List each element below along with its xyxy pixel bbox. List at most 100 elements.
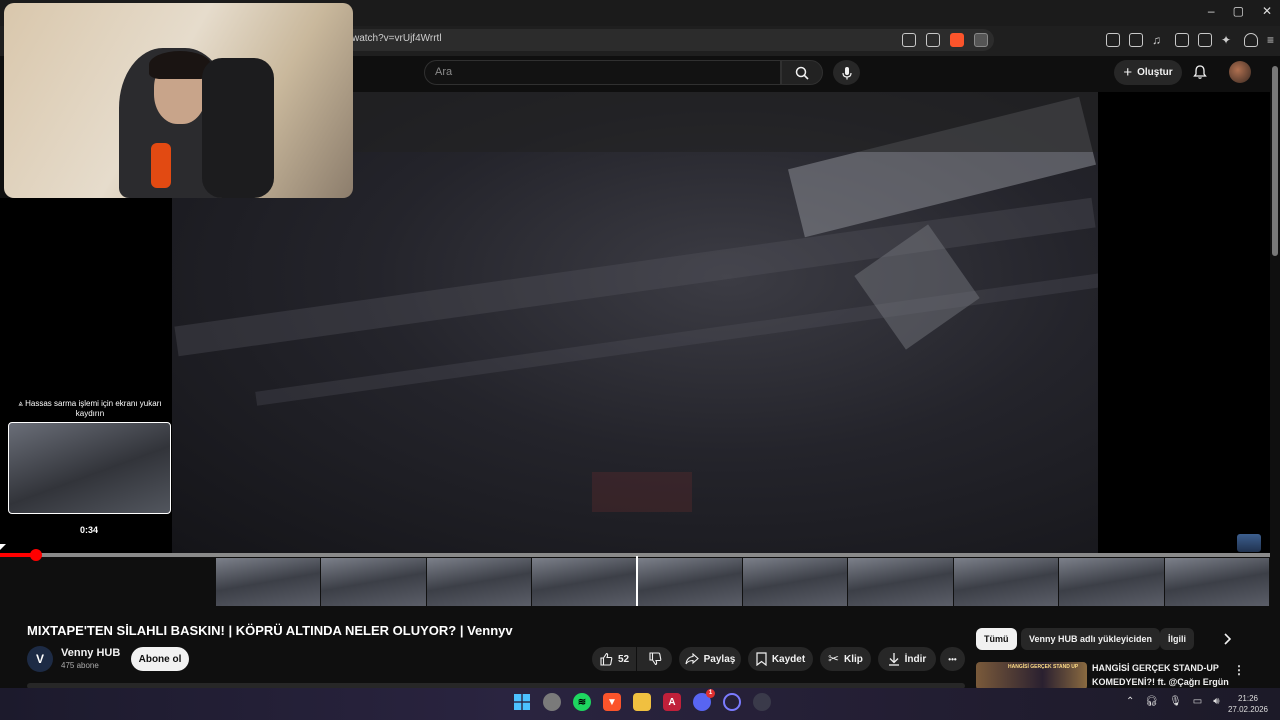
share-button[interactable]: Paylaş [679, 647, 741, 671]
filmstrip-frame[interactable] [321, 558, 427, 606]
filmstrip-frame[interactable] [426, 558, 533, 606]
chat-icon[interactable] [543, 693, 561, 711]
save-label: Kaydet [771, 653, 806, 665]
filmstrip-current-marker [636, 556, 638, 606]
fine-seek-hint: ⩓ Hassas sarma işlemi için ekranı yukarı… [18, 399, 162, 418]
player-right-letterbox [1098, 92, 1270, 554]
windows-start-icon[interactable] [513, 693, 531, 711]
scrubber-handle[interactable] [30, 549, 42, 561]
create-label: Oluştur [1137, 67, 1173, 78]
minimize-button[interactable]: – [1208, 4, 1215, 18]
chevron-up-icon[interactable]: ⌃ [1126, 696, 1134, 707]
filmstrip-frame[interactable] [637, 558, 744, 606]
filmstrip-frame[interactable] [743, 558, 849, 606]
address-bar-icons [902, 33, 988, 47]
taskbar-apps: ≋ ▼ A 1 [513, 689, 771, 711]
share-label: Paylaş [703, 653, 736, 665]
clock-time: 21:26 [1237, 694, 1259, 703]
maximize-button[interactable]: ▢ [1233, 4, 1244, 18]
volume-icon[interactable]: 🔊︎ [1213, 696, 1219, 707]
webcam-drink-can [151, 143, 171, 188]
brave-icon[interactable]: ▼ [603, 693, 621, 711]
search-button[interactable] [781, 60, 823, 85]
streamer-webcam-overlay [4, 3, 353, 198]
chip-from-uploader[interactable]: Venny HUB adlı yükleyiciden [1021, 628, 1161, 650]
microphone-tray-icon[interactable]: 🎙︎ [1169, 696, 1182, 707]
filmstrip-frame[interactable] [953, 558, 1060, 606]
chips-next-button[interactable] [1218, 630, 1236, 648]
menu-icon[interactable]: ≡ [1267, 33, 1280, 47]
seek-preview-thumbnail [8, 422, 171, 514]
sidebar-toggle-icon[interactable] [1175, 33, 1189, 47]
brave-rewards-icon[interactable] [974, 33, 988, 47]
chip-related[interactable]: İlgili [1160, 628, 1194, 650]
channel-avatar[interactable]: V [27, 646, 53, 672]
extension-icons: ♫ ✦ ≡ [1106, 33, 1280, 47]
seek-preview-time: 0:34 [79, 525, 98, 535]
fine-seek-filmstrip[interactable] [216, 558, 1271, 606]
channel-name[interactable]: Venny HUB [61, 647, 120, 659]
app-a-icon[interactable]: A [663, 693, 681, 711]
subscribe-button[interactable]: Abone ol [131, 647, 189, 671]
like-count: 52 [617, 653, 630, 665]
share-page-icon[interactable] [926, 33, 940, 47]
media-music-icon[interactable]: ♫ [1152, 33, 1166, 47]
download-button[interactable]: İndir [878, 647, 936, 671]
account-avatar[interactable] [1229, 61, 1251, 83]
dislike-button[interactable] [637, 647, 672, 671]
screenshot-icon[interactable] [1129, 33, 1143, 47]
cast-icon[interactable] [902, 33, 916, 47]
recommendation-title-line2[interactable]: KOMEDYENİ?! ft. @Çağrı Ergün [1092, 677, 1229, 687]
steam-icon[interactable] [753, 693, 771, 711]
discord-icon[interactable]: 1 [693, 689, 715, 711]
leo-ai-icon[interactable]: ✦ [1221, 33, 1235, 47]
close-window-button[interactable]: ✕ [1262, 4, 1272, 18]
vpn-shield-icon[interactable] [1244, 33, 1258, 47]
share-icon [685, 653, 699, 665]
url-text[interactable]: watch?v=vrUjf4Wrrtl [352, 33, 442, 44]
clip-button[interactable]: ✂ Klip [820, 647, 871, 671]
scissors-icon: ✂ [828, 651, 839, 666]
filmstrip-frame[interactable] [1164, 558, 1271, 606]
monitor-icon[interactable]: ▭ [1193, 696, 1202, 707]
webcam-chair [202, 58, 274, 198]
headset-icon[interactable]: 🎧︎ [1145, 696, 1158, 707]
clock-date: 27.02.2026 [1227, 705, 1269, 714]
extensions-icon[interactable] [1106, 33, 1120, 47]
channel-watermark-logo[interactable] [1237, 534, 1261, 552]
subscriber-count: 475 abone [61, 661, 99, 670]
browser-circle-icon[interactable] [723, 693, 741, 711]
thumbs-up-icon [600, 652, 613, 666]
microphone-icon [841, 66, 852, 79]
thumbs-down-icon [648, 652, 661, 666]
taskbar-clock[interactable]: 21:26 27.02.2026 [1222, 693, 1274, 715]
voice-search-button[interactable] [833, 60, 860, 85]
plus-icon: + [1123, 63, 1133, 81]
create-button[interactable]: + Oluştur [1114, 60, 1182, 85]
save-button[interactable]: Kaydet [748, 647, 813, 671]
bell-icon [1193, 65, 1207, 79]
filmstrip-frame[interactable] [532, 558, 638, 606]
file-explorer-icon[interactable] [633, 693, 651, 711]
filmstrip-frame[interactable] [216, 558, 322, 606]
download-icon [888, 653, 899, 666]
like-button[interactable]: 52 [592, 647, 636, 671]
scrollbar-thumb[interactable] [1272, 66, 1278, 256]
discord-badge: 1 [706, 689, 715, 698]
brave-shields-icon[interactable] [950, 33, 964, 47]
notifications-button[interactable] [1192, 64, 1208, 85]
wallet-icon[interactable] [1198, 33, 1212, 47]
progress-bar[interactable] [0, 553, 1270, 557]
spotify-icon[interactable]: ≋ [573, 693, 591, 711]
search-icon [795, 66, 809, 80]
filmstrip-frame[interactable] [848, 558, 954, 606]
window-controls: – ▢ ✕ [1208, 4, 1272, 18]
chip-all[interactable]: Tümü [976, 628, 1017, 650]
recommendation-more-button[interactable]: ⋮ [1233, 663, 1245, 677]
recommendation-title[interactable]: HANGİSİ GERÇEK STAND-UP [1092, 663, 1219, 673]
search-input[interactable]: Ara [424, 60, 781, 85]
more-actions-button[interactable]: ••• [940, 647, 965, 671]
filmstrip-frame[interactable] [1059, 558, 1165, 606]
clip-label: Klip [844, 653, 863, 665]
bookmark-icon [756, 652, 767, 666]
